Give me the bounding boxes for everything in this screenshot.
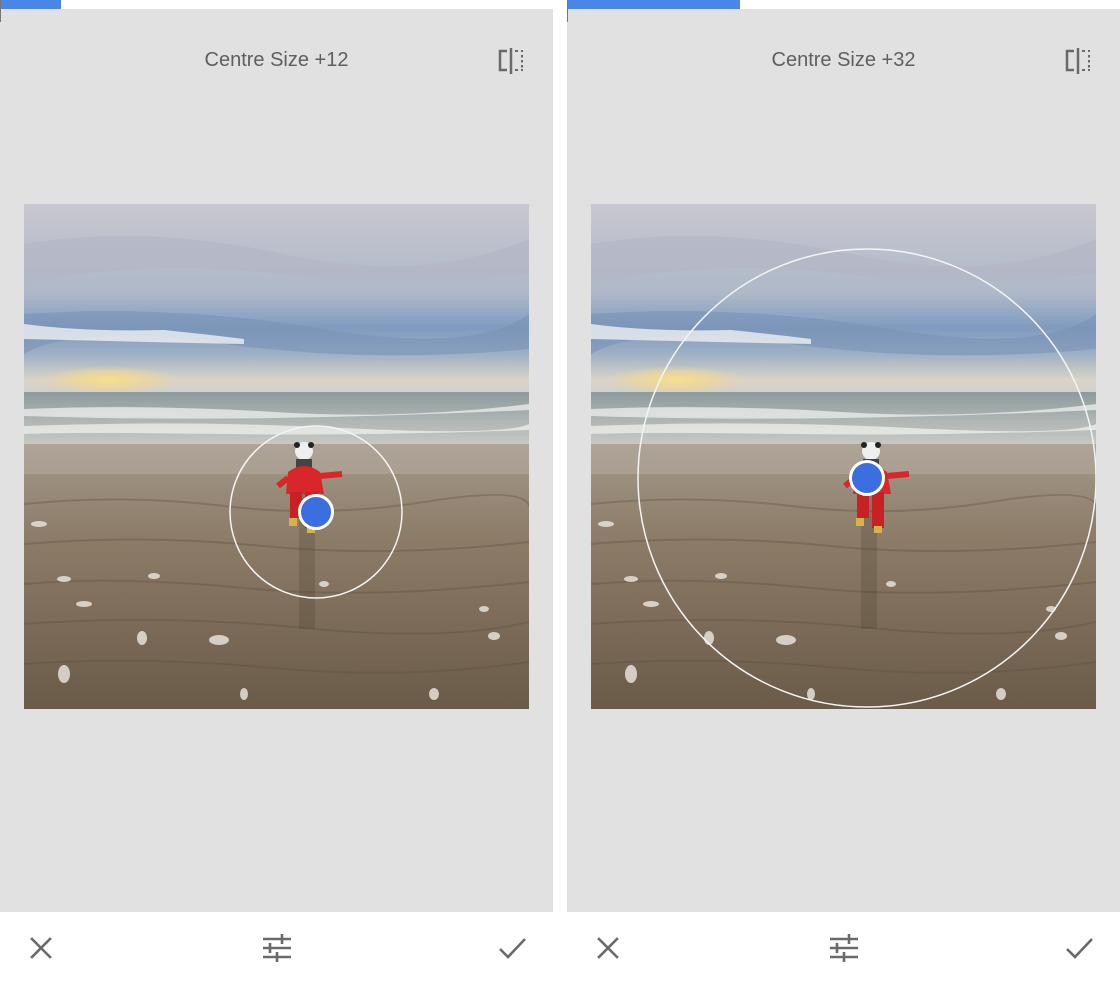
close-icon xyxy=(597,937,619,959)
parameter-title: Centre Size +12 xyxy=(204,49,349,71)
sliders-icon xyxy=(263,934,291,962)
adjust-button[interactable] xyxy=(259,930,295,966)
photo-preview[interactable] xyxy=(24,204,529,709)
edge-marker xyxy=(567,0,568,22)
compare-button[interactable] xyxy=(497,47,525,75)
close-icon xyxy=(30,937,52,959)
compare-button[interactable] xyxy=(1064,47,1092,75)
compare-split-icon xyxy=(1065,48,1090,74)
apply-button[interactable] xyxy=(494,930,530,966)
editor-panel-right: Centre Size +32 xyxy=(567,0,1120,984)
progress-track xyxy=(567,0,1120,9)
progress-track xyxy=(0,0,553,9)
progress-bar xyxy=(0,0,61,9)
parameter-title: Centre Size +32 xyxy=(771,49,916,71)
editor-panel-left: Centre Size +12 xyxy=(0,0,553,984)
bottom-toolbar xyxy=(0,912,553,984)
checkmark-icon xyxy=(499,938,526,959)
focus-point-handle[interactable] xyxy=(849,460,885,496)
cancel-button[interactable] xyxy=(23,930,59,966)
edge-marker xyxy=(0,0,1,22)
bottom-toolbar xyxy=(567,912,1120,984)
compare-split-icon xyxy=(498,48,523,74)
panel-divider xyxy=(553,0,567,984)
apply-button[interactable] xyxy=(1061,930,1097,966)
photo-preview[interactable] xyxy=(591,204,1096,709)
cancel-button[interactable] xyxy=(590,930,626,966)
checkmark-icon xyxy=(1066,938,1093,959)
sliders-icon xyxy=(830,934,858,962)
adjust-button[interactable] xyxy=(826,930,862,966)
focus-point-handle[interactable] xyxy=(298,494,334,530)
progress-bar xyxy=(567,0,740,9)
